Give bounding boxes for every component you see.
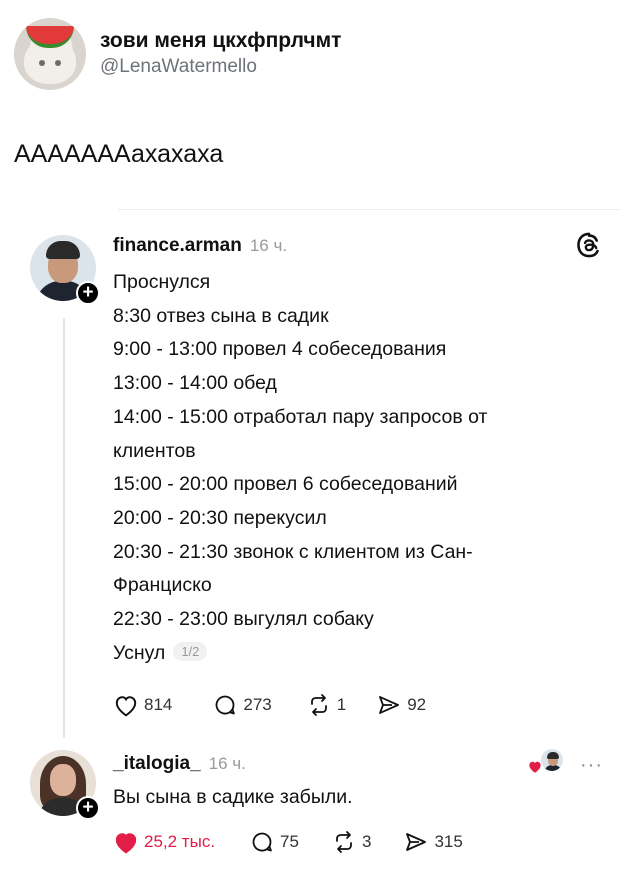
share-icon xyxy=(379,696,400,714)
post-last-text: Уснул xyxy=(113,641,166,664)
share-button[interactable]: 92 xyxy=(376,693,426,717)
post-line: 20:00 - 20:30 перекусил xyxy=(113,506,327,529)
post-last-line: Уснул 1/2 xyxy=(113,637,593,671)
comment-button[interactable]: 75 xyxy=(249,830,299,854)
avatar-hair xyxy=(547,752,559,759)
reply-text: Вы сына в садике забыли. xyxy=(113,786,353,808)
share-icon xyxy=(406,833,427,851)
post-username[interactable]: finance.arman xyxy=(113,235,242,257)
display-name[interactable]: зови меня цкхфпрлчмт xyxy=(100,28,341,54)
like-button[interactable]: 814 xyxy=(113,693,172,717)
like-count: 814 xyxy=(144,695,173,714)
author-mini-avatar xyxy=(540,748,564,772)
page-indicator[interactable]: 1/2 xyxy=(173,641,208,661)
avatar-shirt xyxy=(544,765,562,771)
user-handle[interactable]: @LenaWatermello xyxy=(100,54,341,80)
follow-plus-icon[interactable]: + xyxy=(76,796,100,820)
repost-button[interactable]: 1 xyxy=(306,693,346,717)
post-body: Проснулся 8:30 отвез сына в садик 9:00 -… xyxy=(113,266,593,670)
reply-username[interactable]: _italogia_ xyxy=(113,753,201,775)
like-button[interactable]: 25,2 тыс. xyxy=(113,830,215,854)
tweet-text: АААААААахахаха xyxy=(14,140,224,168)
share-count: 92 xyxy=(407,695,427,714)
post-line: 22:30 - 23:00 выгулял собаку xyxy=(113,608,374,631)
divider xyxy=(118,209,620,210)
avatar-hair xyxy=(46,241,80,259)
reply-time: 16 ч. xyxy=(208,754,246,773)
avatar[interactable] xyxy=(14,18,86,90)
repost-count: 1 xyxy=(336,695,347,714)
post-actions: 814 273 1 92 xyxy=(113,693,452,717)
post-line: 20:30 - 21:30 звонок с клиентом из Сан- xyxy=(113,540,473,563)
repost-count: 3 xyxy=(361,832,372,851)
tweet-names: зови меня цкхфпрлчмт @LenaWatermello xyxy=(100,28,341,80)
post-meta: finance.arman 16 ч. xyxy=(113,235,287,257)
post-time: 16 ч. xyxy=(249,236,288,255)
cat-eye-right xyxy=(55,60,61,66)
share-count: 315 xyxy=(434,832,463,851)
comment-count: 75 xyxy=(280,832,299,851)
post-line: 9:00 - 13:00 провел 4 собеседования xyxy=(113,338,447,361)
like-count: 25,2 тыс. xyxy=(144,832,216,851)
post-line: 8:30 отвез сына в садик xyxy=(113,304,329,327)
post-line: Проснулся xyxy=(113,271,211,293)
heart-icon xyxy=(115,696,137,717)
share-button[interactable]: 315 xyxy=(403,830,463,854)
comment-icon xyxy=(252,832,272,852)
reply-meta: _italogia_ 16 ч. xyxy=(113,753,246,775)
post-line: Франциско xyxy=(113,574,212,597)
tweet-header: зови меня цкхфпрлчмт @LenaWatermello xyxy=(14,18,341,90)
repost-icon xyxy=(310,694,327,716)
repost-button[interactable]: 3 xyxy=(331,830,371,854)
more-icon[interactable]: ··· xyxy=(580,754,603,777)
thread-line xyxy=(63,318,65,738)
comment-icon xyxy=(215,695,236,715)
reply-actions: 25,2 тыс. 75 3 315 xyxy=(113,830,489,854)
comment-button[interactable]: 273 xyxy=(212,693,272,717)
comment-count: 273 xyxy=(243,695,272,714)
heart-icon xyxy=(115,833,137,854)
post-line: 14:00 - 15:00 отработал пару запросов от xyxy=(113,405,488,428)
post-line: 13:00 - 14:00 обед xyxy=(113,372,277,395)
repost-icon xyxy=(336,831,352,853)
avatar-face xyxy=(50,764,76,796)
cat-eye-left xyxy=(39,60,45,66)
post-line: клиентов xyxy=(113,439,196,462)
threads-logo-icon[interactable] xyxy=(575,231,603,259)
post-line: 15:00 - 20:00 провел 6 собеседований xyxy=(113,473,458,496)
follow-plus-icon[interactable]: + xyxy=(76,281,100,305)
